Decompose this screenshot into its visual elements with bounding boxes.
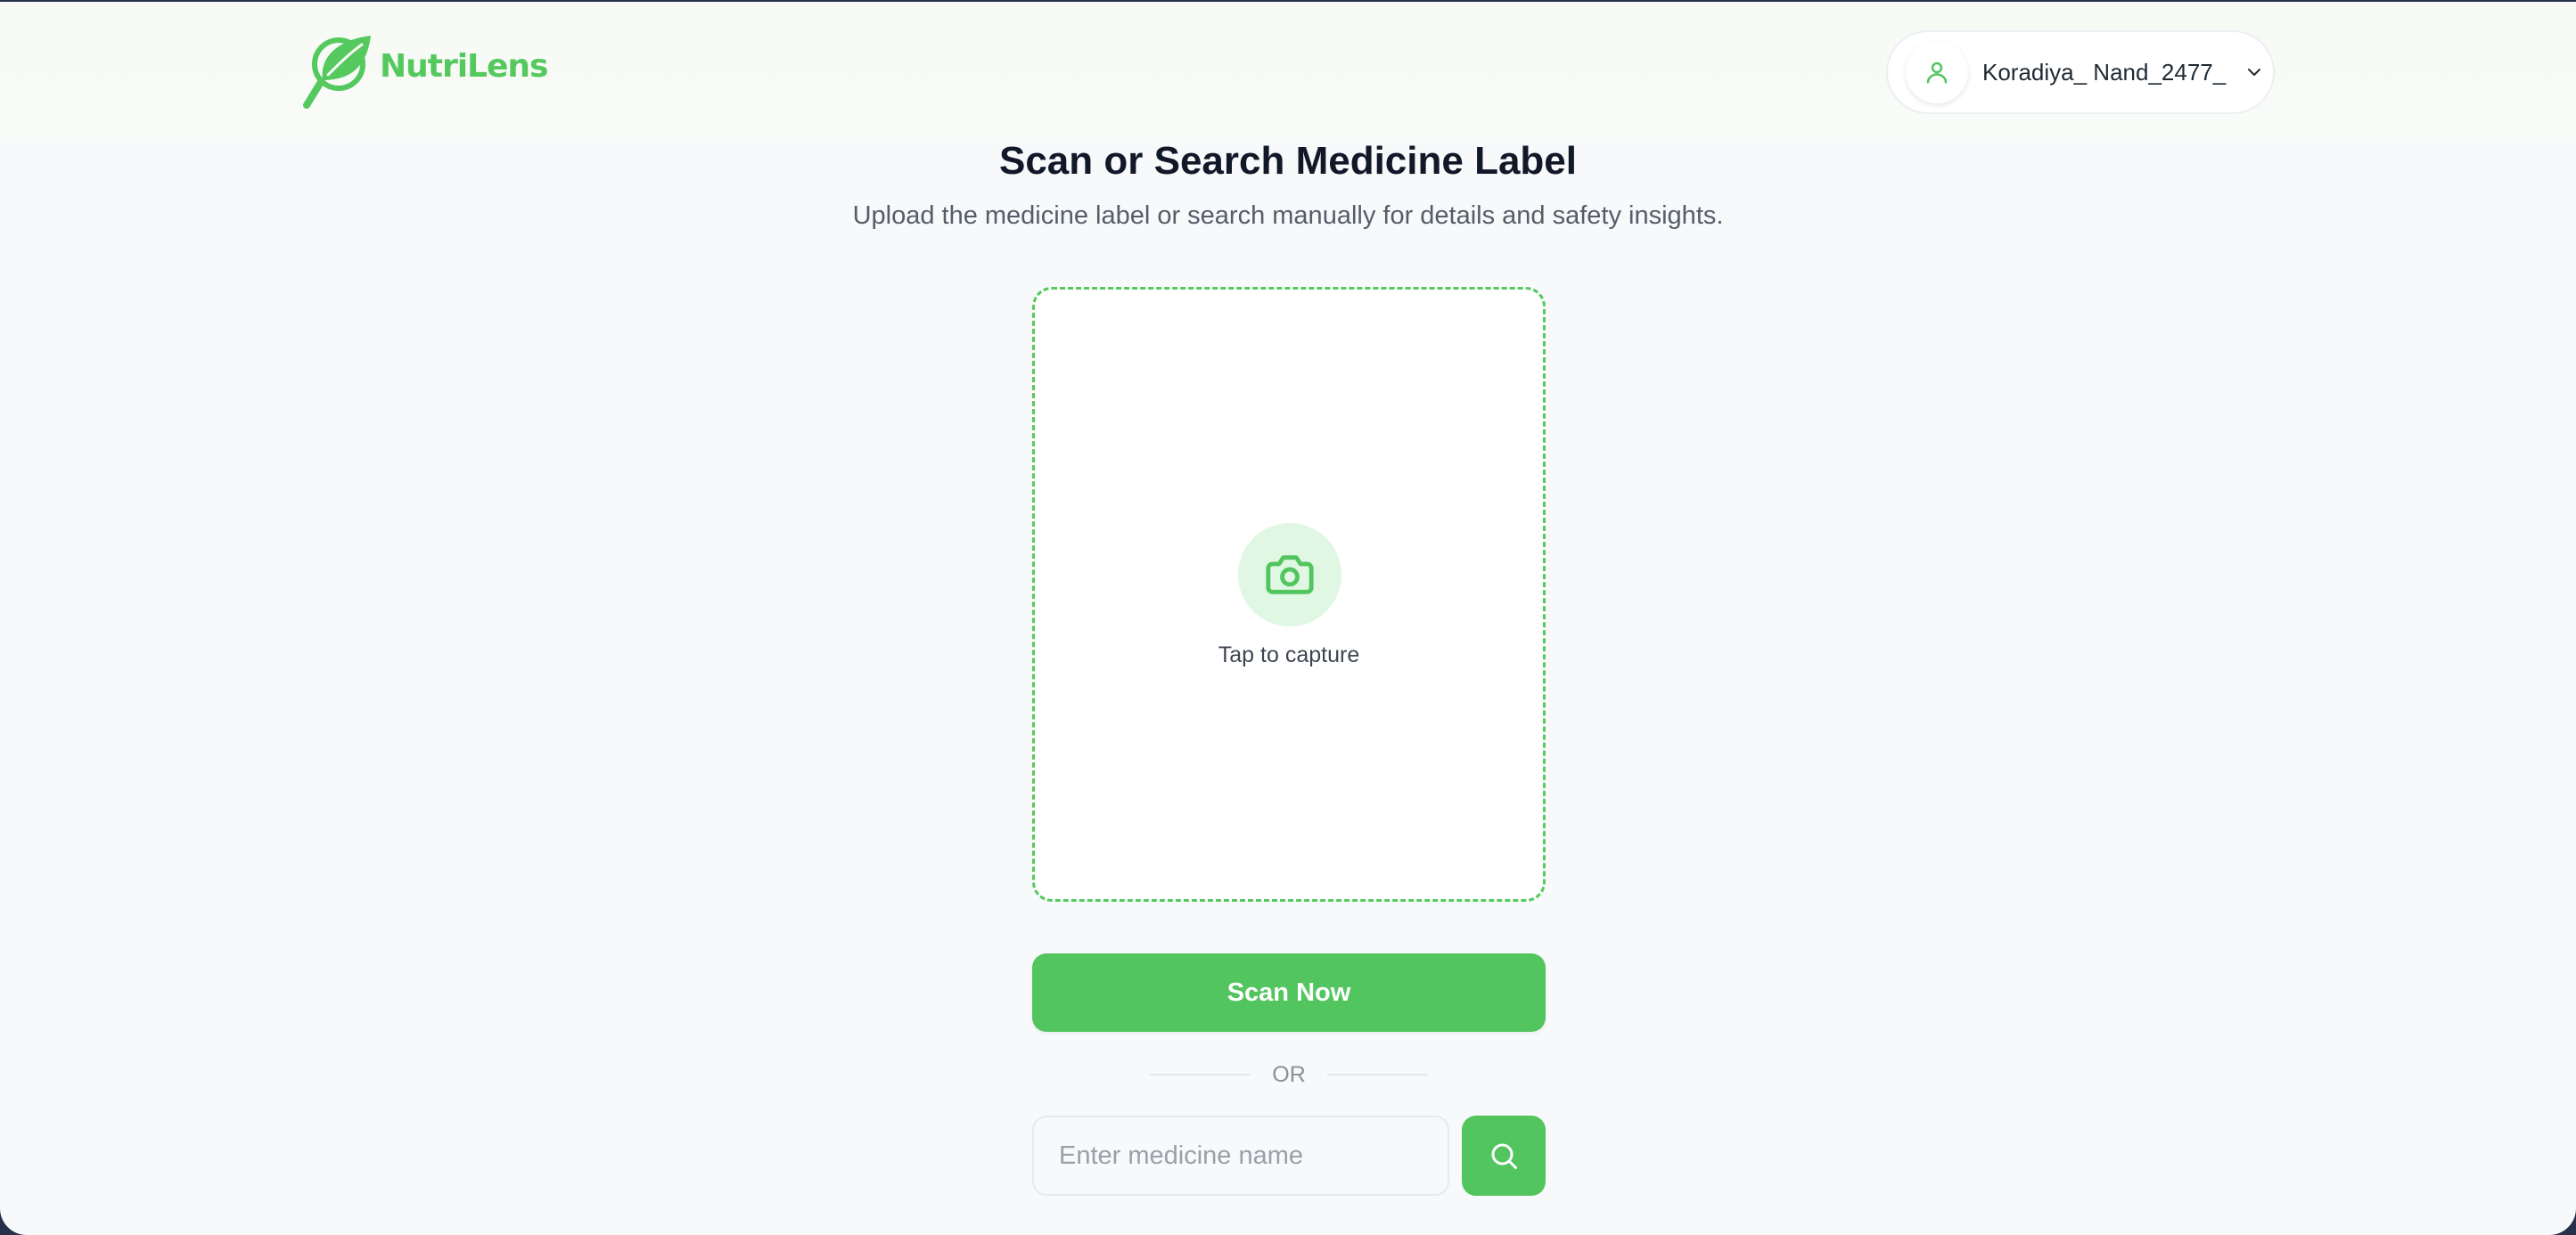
capture-label: Tap to capture <box>1218 642 1360 667</box>
divider-line-left <box>1150 1074 1251 1076</box>
camera-button[interactable] <box>1238 523 1341 626</box>
leaf-magnifier-icon <box>303 36 371 109</box>
medicine-search-input[interactable] <box>1032 1116 1449 1196</box>
user-icon <box>1926 61 1948 84</box>
brand-logo[interactable]: NutriLens <box>301 29 548 114</box>
search-button[interactable] <box>1462 1116 1546 1196</box>
user-menu[interactable]: Koradiya_ Nand_2477_ <box>1886 30 2275 114</box>
brand-name: NutriLens <box>380 47 548 85</box>
camera-icon <box>1266 555 1314 594</box>
chevron-down-icon[interactable] <box>2244 61 2265 83</box>
username: Koradiya_ Nand_2477_ <box>1982 58 2227 86</box>
capture-area[interactable]: Tap to capture <box>1032 287 1546 902</box>
or-divider: OR <box>1150 1059 1428 1091</box>
page-title: Scan or Search Medicine Label <box>998 139 1577 183</box>
search-icon <box>1491 1143 1517 1169</box>
header: NutriLens Koradiya_ Nand_2477_ <box>0 2 2576 143</box>
page-subtitle: Upload the medicine label or search manu… <box>852 201 1724 230</box>
app-window: NutriLens Koradiya_ Nand_2477_ Scan or S… <box>0 2 2576 1235</box>
or-text: OR <box>1272 1061 1306 1087</box>
avatar <box>1906 41 1968 103</box>
divider-line-right <box>1326 1074 1428 1076</box>
scan-now-button[interactable]: Scan Now <box>1032 953 1546 1032</box>
